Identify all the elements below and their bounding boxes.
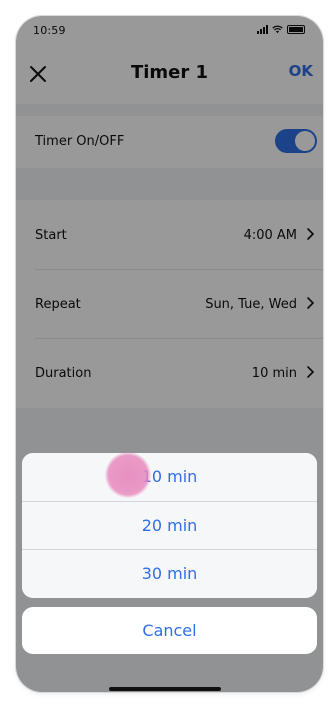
touch-indicator xyxy=(105,452,151,498)
option-10-min[interactable]: 10 min xyxy=(22,453,317,500)
option-30-min[interactable]: 30 min xyxy=(22,550,317,597)
option-20-min[interactable]: 20 min xyxy=(22,502,317,549)
home-indicator[interactable] xyxy=(109,687,221,691)
phone-screen: 10:59 Timer 1 OK Timer On/OFF Start 4:00… xyxy=(16,16,323,692)
duration-action-sheet: 10 min 20 min 30 min xyxy=(22,453,317,598)
cancel-button[interactable]: Cancel xyxy=(22,607,317,654)
screen-frame: 10:59 Timer 1 OK Timer On/OFF Start 4:00… xyxy=(0,0,333,704)
